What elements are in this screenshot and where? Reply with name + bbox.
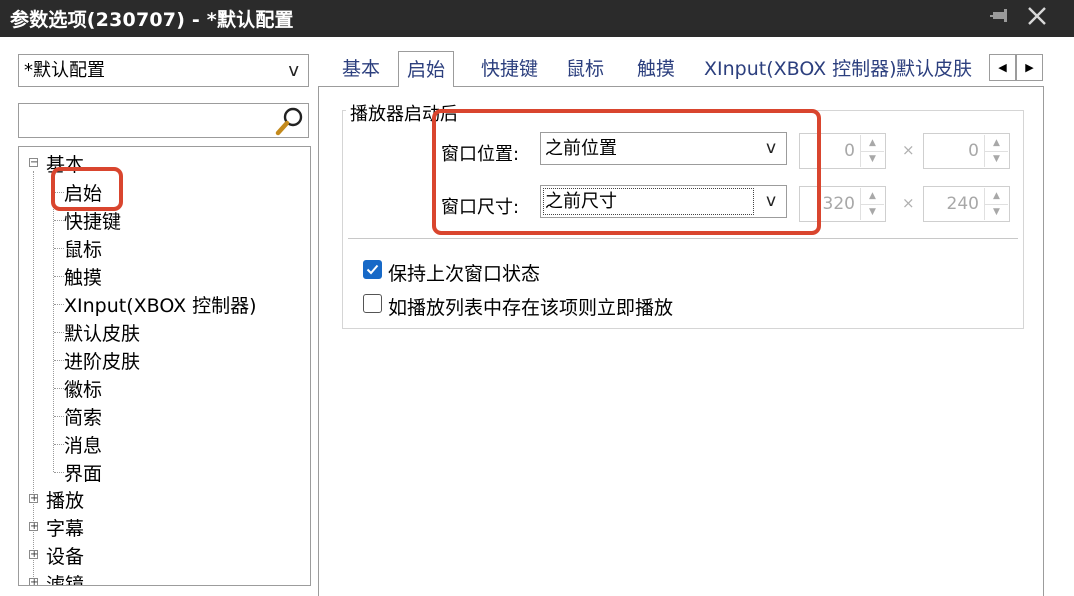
tree-line: [54, 276, 64, 277]
tree-item-messages[interactable]: 消息: [64, 431, 102, 458]
window-height-value: 240: [946, 194, 979, 214]
tab-mouse[interactable]: 鼠标: [564, 54, 606, 81]
tree-expander-subtitles[interactable]: +: [29, 522, 38, 532]
checkmark-icon: [366, 264, 379, 275]
tree-line: [54, 388, 64, 389]
tree-line: [54, 472, 64, 473]
tab-startup[interactable]: 启始: [398, 51, 455, 87]
chevron-down-icon: v: [288, 60, 299, 81]
search-icon[interactable]: [274, 105, 306, 137]
tab-scroll-left-button[interactable]: ◀: [989, 54, 1016, 81]
tab-touch[interactable]: 触摸: [635, 54, 677, 81]
spin-down-icon[interactable]: ▼: [985, 204, 1008, 220]
tree-line: [54, 444, 64, 445]
tree-line: [54, 416, 64, 417]
pin-icon[interactable]: [990, 6, 1012, 28]
spin-down-icon[interactable]: ▼: [861, 151, 884, 167]
profile-dropdown[interactable]: *默认配置 v: [18, 54, 309, 87]
spin-up-icon[interactable]: ▲: [861, 135, 884, 152]
window-position-dropdown[interactable]: 之前位置 v: [540, 132, 787, 165]
window-position-label: 窗口位置:: [441, 144, 520, 165]
tree-item-filters[interactable]: 滤镜: [46, 570, 84, 585]
play-if-in-playlist-label[interactable]: 如播放列表中存在该项则立即播放: [388, 293, 673, 320]
tab-basic[interactable]: 基本: [340, 54, 382, 81]
spin-up-icon[interactable]: ▲: [985, 135, 1008, 152]
tree-item-playback[interactable]: 播放: [46, 486, 84, 513]
close-icon[interactable]: [1024, 3, 1050, 29]
spin-down-icon[interactable]: ▼: [861, 204, 884, 220]
spin-up-icon[interactable]: ▲: [985, 188, 1008, 205]
spin-down-icon[interactable]: ▼: [985, 151, 1008, 167]
tree-item-basic[interactable]: 基本: [46, 150, 84, 177]
window-size-label: 窗口尺寸:: [441, 197, 520, 218]
times-separator: ×: [902, 141, 915, 159]
tab-xinput[interactable]: XInput(XBOX 控制器): [702, 54, 899, 81]
window-title: 参数选项(230707) - *默认配置: [10, 9, 294, 31]
keep-window-state-label[interactable]: 保持上次窗口状态: [388, 259, 540, 286]
chevron-down-icon: v: [765, 191, 776, 211]
keep-window-state-checkbox[interactable]: [363, 260, 382, 279]
window-width-spinner[interactable]: 320 ▲ ▼: [799, 186, 886, 222]
window-x-spinner[interactable]: 0 ▲ ▼: [799, 133, 886, 169]
tree-line: [54, 360, 64, 361]
window-x-value: 0: [844, 141, 855, 161]
tree-line: [54, 304, 64, 305]
tab-scroll-right-button[interactable]: ▶: [1016, 54, 1043, 81]
tab-default-skin[interactable]: 默认皮肤: [894, 54, 974, 81]
play-if-in-playlist-checkbox[interactable]: [363, 294, 382, 313]
chevron-down-icon: v: [765, 138, 776, 158]
tree-item-logo[interactable]: 徽标: [64, 375, 102, 402]
tree-expander-playback[interactable]: +: [29, 494, 38, 504]
window-height-spinner[interactable]: 240 ▲ ▼: [923, 186, 1010, 222]
tree-item-subtitles[interactable]: 字幕: [46, 514, 84, 541]
tree-line: [54, 332, 64, 333]
group-separator: [348, 238, 1018, 239]
tree-expander-filters[interactable]: +: [29, 578, 38, 585]
profile-dropdown-value: *默认配置: [24, 60, 105, 81]
window-width-value: 320: [822, 194, 855, 214]
tree-line: [54, 192, 64, 193]
tree-item-xinput[interactable]: XInput(XBOX 控制器): [64, 291, 257, 318]
times-separator: ×: [902, 194, 915, 212]
settings-tree: − 基本 启始 快捷键 鼠标 触摸 XInput(XBOX 控制器) 默认皮肤 …: [18, 146, 311, 586]
tab-hotkeys[interactable]: 快捷键: [479, 54, 540, 81]
tree-expander-basic[interactable]: −: [29, 158, 38, 168]
tree-item-devices[interactable]: 设备: [46, 542, 84, 569]
tree-item-touch[interactable]: 触摸: [64, 263, 102, 290]
spin-up-icon[interactable]: ▲: [861, 188, 884, 205]
tree-item-default-skin[interactable]: 默认皮肤: [64, 319, 140, 346]
tree-item-startup[interactable]: 启始: [64, 179, 102, 206]
tree-item-hotkeys[interactable]: 快捷键: [64, 207, 121, 234]
window-y-spinner[interactable]: 0 ▲ ▼: [923, 133, 1010, 169]
window-titlebar: 参数选项(230707) - *默认配置: [0, 0, 1074, 37]
window-size-dropdown[interactable]: 之前尺寸 v: [540, 185, 787, 218]
tree-item-mouse[interactable]: 鼠标: [64, 235, 102, 262]
tab-strip: 基本 启始 快捷键 鼠标 触摸 XInput(XBOX 控制器) 默认皮肤 ◀ …: [318, 51, 1048, 87]
tree-expander-devices[interactable]: +: [29, 550, 38, 560]
tree-line: [54, 248, 64, 249]
window-position-value: 之前位置: [545, 138, 617, 159]
tree-item-interface[interactable]: 界面: [64, 459, 102, 486]
tree-item-index[interactable]: 简索: [64, 403, 102, 430]
tree-item-advanced-skin[interactable]: 进阶皮肤: [64, 347, 140, 374]
tree-line: [53, 173, 54, 472]
tree-line: [54, 220, 64, 221]
startup-group-caption: 播放器启动后: [346, 100, 462, 126]
window-y-value: 0: [968, 141, 979, 161]
settings-search-input[interactable]: [18, 103, 309, 138]
focus-rectangle: [543, 188, 754, 215]
